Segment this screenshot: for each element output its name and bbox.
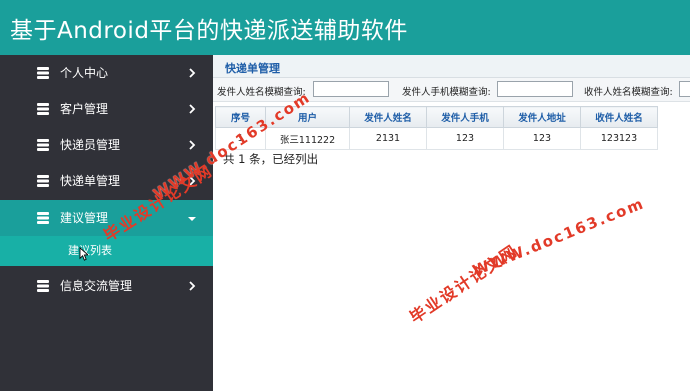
sidebar-item-message-management[interactable]: 信息交流管理 xyxy=(0,268,213,304)
submenu-item-suggestion-list[interactable]: 建议列表 xyxy=(0,236,213,266)
column-header-receiver-name[interactable]: 收件人姓名 xyxy=(580,106,658,128)
column-header-sender-address[interactable]: 发件人地址 xyxy=(503,106,581,128)
sender-phone-search-input[interactable] xyxy=(497,81,573,97)
stack-icon xyxy=(37,175,49,187)
table-cell-sender-name: 2131 xyxy=(349,127,427,150)
sidebar-item-label: 客户管理 xyxy=(60,102,109,116)
column-header-user[interactable]: 用户 xyxy=(265,106,350,128)
chevron-right-icon xyxy=(189,281,196,291)
app-header: 基于Android平台的快递派送辅助软件 xyxy=(0,0,690,55)
table-cell-sender-address: 123 xyxy=(503,127,581,150)
record-count-text: 共 1 条，已经列出 xyxy=(223,152,319,166)
stack-icon xyxy=(37,280,49,292)
column-header-sender-phone[interactable]: 发件人手机 xyxy=(426,106,504,128)
column-header-index[interactable]: 序号 xyxy=(215,106,266,128)
chevron-right-icon xyxy=(189,68,196,78)
column-header-sender-name[interactable]: 发件人姓名 xyxy=(349,106,427,128)
sidebar: 个人中心 客户管理 快递员管理 快递单管理 建议管理 建议列表 信息交流管理 xyxy=(0,55,213,391)
table-cell-user: 张三111222 xyxy=(265,127,350,150)
caret-down-icon xyxy=(188,217,196,221)
sidebar-item-personal-center[interactable]: 个人中心 xyxy=(0,55,213,91)
chevron-right-icon xyxy=(189,104,196,114)
chevron-right-icon xyxy=(189,140,196,150)
sidebar-item-label: 个人中心 xyxy=(60,66,109,80)
table-cell-sender-phone: 123 xyxy=(426,127,504,150)
breadcrumb: 快递单管理 xyxy=(213,55,690,78)
sidebar-item-label: 快递单管理 xyxy=(60,174,121,188)
app-window: 基于Android平台的快递派送辅助软件 个人中心 客户管理 快递员管理 快递单… xyxy=(0,0,690,391)
stack-icon xyxy=(37,103,49,115)
table-row[interactable]: 1 张三111222 2131 123 123 123123 xyxy=(215,127,658,150)
sender-phone-search-label: 发件人手机模糊查询: xyxy=(402,87,491,98)
sender-name-search-label: 发件人姓名模糊查询: xyxy=(217,87,306,98)
sidebar-item-customer-management[interactable]: 客户管理 xyxy=(0,91,213,127)
app-title: 基于Android平台的快递派送辅助软件 xyxy=(10,17,408,44)
page-title: 快递单管理 xyxy=(225,62,280,75)
stack-icon xyxy=(37,67,49,79)
search-bar: 发件人姓名模糊查询: 发件人手机模糊查询: 收件人姓名模糊查询: xyxy=(213,78,690,102)
stack-icon xyxy=(37,139,49,151)
receiver-name-search-input[interactable] xyxy=(679,81,690,97)
chevron-right-icon xyxy=(189,176,196,186)
receiver-name-search-label: 收件人姓名模糊查询: xyxy=(584,87,673,98)
sidebar-item-courier-management[interactable]: 快递员管理 xyxy=(0,127,213,163)
mouse-cursor-icon xyxy=(79,247,88,261)
table-cell-receiver-name: 123123 xyxy=(580,127,658,150)
data-table: 序号 用户 发件人姓名 发件人手机 发件人地址 收件人姓名 1 张三111222… xyxy=(215,106,658,150)
table-header-row: 序号 用户 发件人姓名 发件人手机 发件人地址 收件人姓名 xyxy=(215,106,658,128)
sidebar-item-label: 信息交流管理 xyxy=(60,279,133,293)
main-content: 快递单管理 发件人姓名模糊查询: 发件人手机模糊查询: 收件人姓名模糊查询: 序… xyxy=(213,55,690,391)
stack-icon xyxy=(37,212,49,224)
sidebar-item-suggestion-management[interactable]: 建议管理 xyxy=(0,200,213,236)
sender-name-search-input[interactable] xyxy=(313,81,389,97)
sidebar-item-label: 快递员管理 xyxy=(60,138,121,152)
submenu-item-label: 建议列表 xyxy=(68,244,112,257)
table-cell-index: 1 xyxy=(215,127,266,150)
sidebar-item-label: 建议管理 xyxy=(60,211,109,225)
sidebar-item-waybill-management[interactable]: 快递单管理 xyxy=(0,163,213,199)
